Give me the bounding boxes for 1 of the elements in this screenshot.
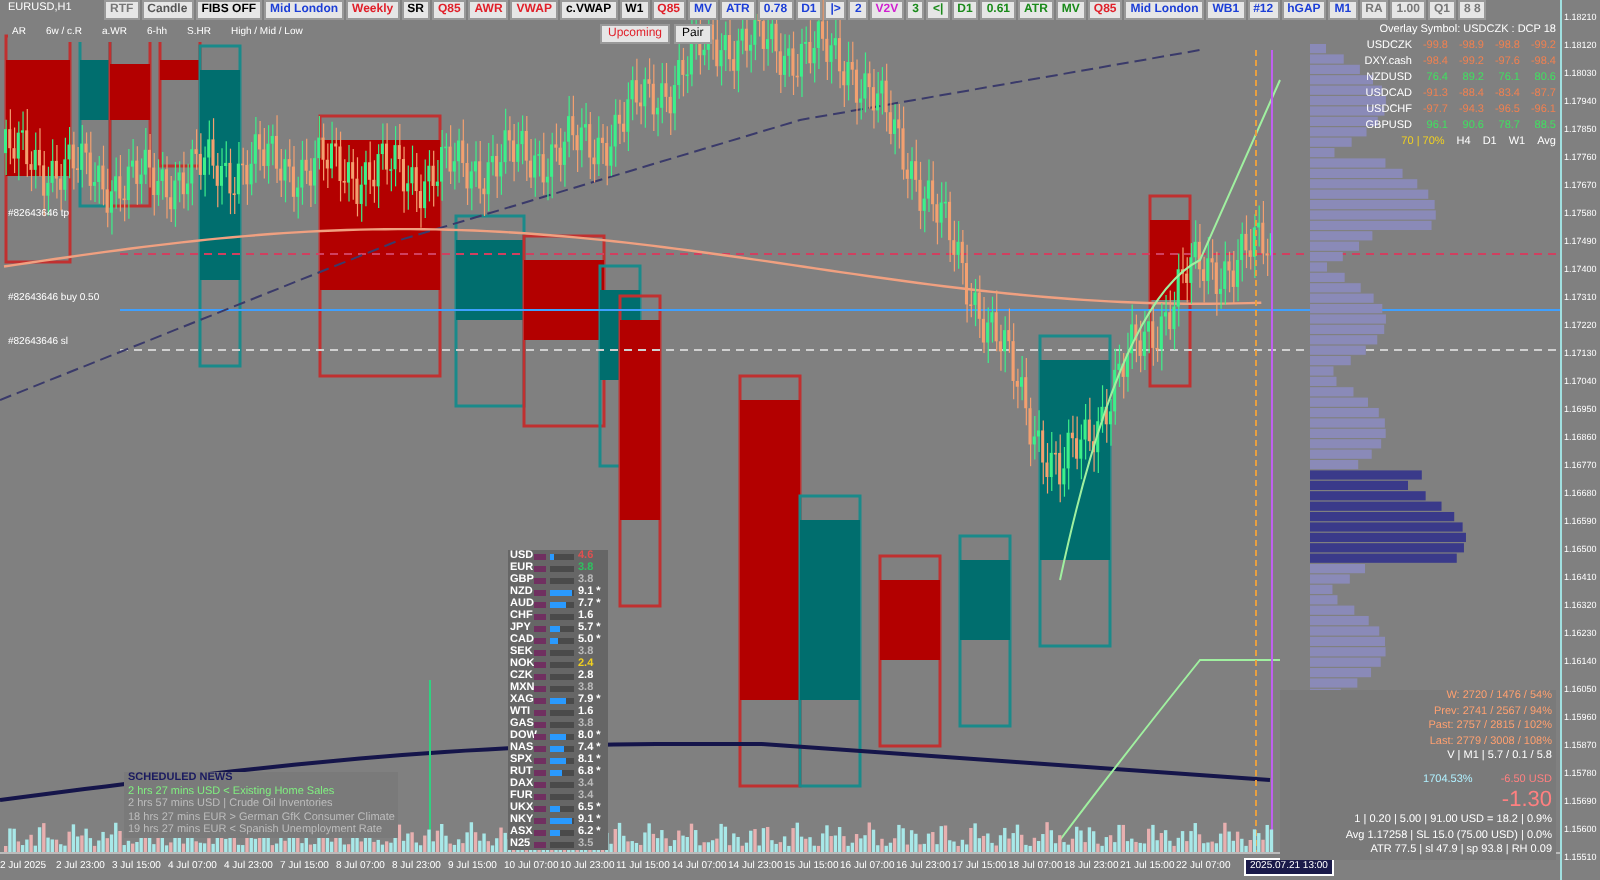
pnl-large: -1.30: [1501, 788, 1552, 814]
